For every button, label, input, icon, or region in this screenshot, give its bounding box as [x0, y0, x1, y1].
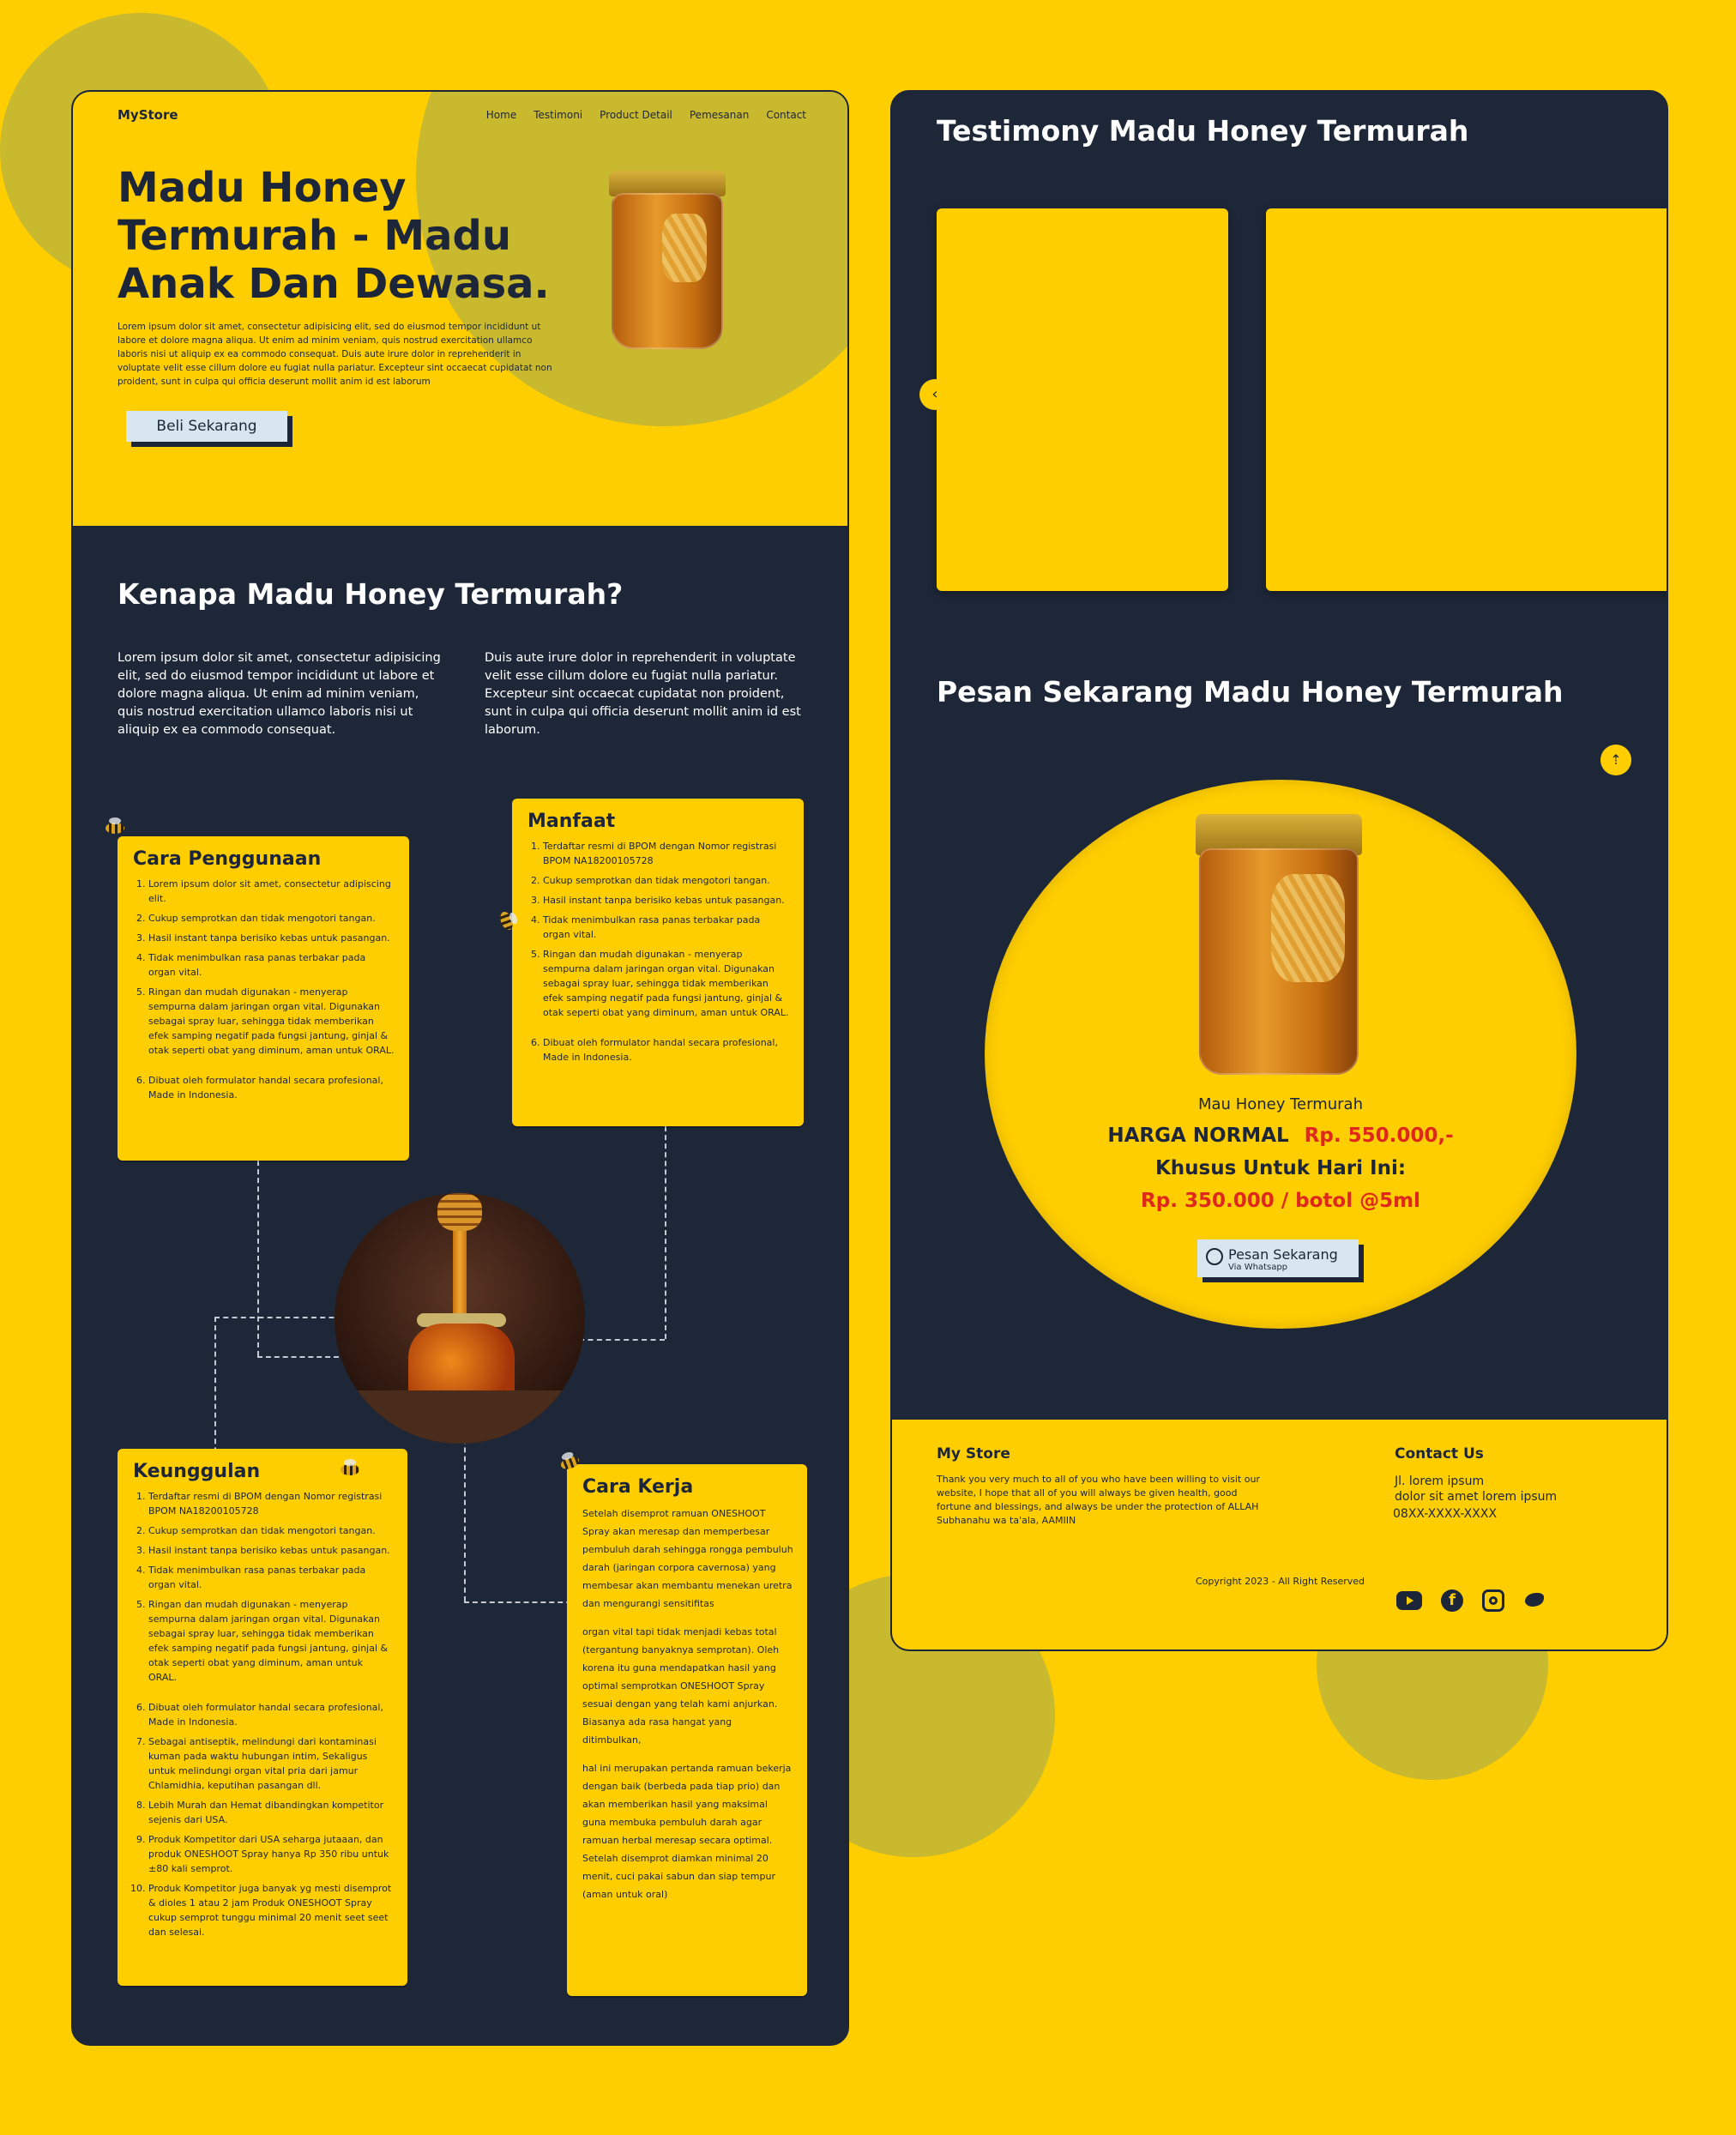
- card-title: Cara Penggunaan: [133, 848, 322, 870]
- hero-title: Madu Honey Termurah - Madu Anak Dan Dewa…: [118, 164, 550, 308]
- honey-jar-image: [609, 171, 726, 351]
- card-list: Lorem ipsum dolor sit amet, consectetur …: [148, 877, 395, 1102]
- social-links: f: [1396, 1589, 1546, 1612]
- order-title: Pesan Sekarang Madu Honey Termurah: [937, 675, 1564, 709]
- list-item: Hasil instant tanpa berisiko kebas untuk…: [148, 931, 395, 945]
- nav-testimoni[interactable]: Testimoni: [533, 109, 582, 121]
- carousel-prev-button[interactable]: ‹: [919, 379, 950, 410]
- card-title: Manfaat: [527, 811, 616, 832]
- list-item: Cukup semprotkan dan tidak mengotori tan…: [148, 1523, 394, 1538]
- card-paragraph: Setelah disemprot ramuan ONESHOOT Spray …: [582, 1508, 793, 1609]
- order-whatsapp-button[interactable]: Pesan Sekarang Via Whatsapp: [1197, 1239, 1359, 1277]
- contact-phone: 08XX-XXXX-XXXX: [1393, 1507, 1498, 1521]
- card-paragraph: organ vital tapi tidak menjadi kebas tot…: [582, 1626, 780, 1746]
- chevron-left-icon: ‹: [931, 385, 938, 403]
- testimony-title: Testimony Madu Honey Termurah: [937, 114, 1469, 148]
- nav-contact[interactable]: Contact: [766, 109, 806, 121]
- card-list: Terdaftar resmi di BPOM dengan Nomor reg…: [148, 1489, 394, 1939]
- list-item: Terdaftar resmi di BPOM dengan Nomor reg…: [543, 839, 790, 868]
- bee-icon: [335, 1459, 365, 1478]
- list-item: Tidak menimbulkan rasa panas terbakar pa…: [148, 950, 395, 980]
- connector-line: [257, 1356, 339, 1358]
- footer-store-text: Thank you very much to all of you who ha…: [937, 1474, 1260, 1526]
- list-item: Dibuat oleh formulator handal secara pro…: [148, 1700, 394, 1729]
- list-item: Hasil instant tanpa berisiko kebas untuk…: [543, 893, 790, 908]
- connector-line: [257, 1161, 259, 1356]
- whatsapp-icon: [1206, 1248, 1223, 1265]
- list-item: Tidak menimbulkan rasa panas terbakar pa…: [543, 913, 790, 942]
- product-card: Mau Honey Termurah HARGA NORMAL Rp. 550.…: [985, 780, 1576, 1329]
- contact-address-2: dolor sit amet lorem ipsum: [1395, 1490, 1558, 1504]
- card-manfaat: Manfaat Terdaftar resmi di BPOM dengan N…: [512, 799, 804, 1126]
- copyright: Copyright 2023 - All Right Reserved: [1196, 1576, 1365, 1587]
- contact-address: Jl. lorem ipsum: [1395, 1475, 1485, 1488]
- order-button-label: Pesan Sekarang: [1228, 1246, 1338, 1263]
- list-item: Cukup semprotkan dan tidak mengotori tan…: [543, 873, 790, 888]
- card-cara-penggunaan: Cara Penggunaan Lorem ipsum dolor sit am…: [118, 836, 409, 1161]
- list-item: Ringan dan mudah digunakan - menyerap se…: [543, 947, 790, 1020]
- list-item: Produk Kompetitor dari USA seharga jutaa…: [148, 1832, 394, 1876]
- connector-line: [464, 1430, 466, 1601]
- hero-description: Lorem ipsum dolor sit amet, consectetur …: [118, 322, 552, 387]
- landing-page-panel: MyStore Home Testimoni Product Detail Pe…: [71, 90, 849, 2046]
- facebook-icon[interactable]: f: [1441, 1589, 1463, 1612]
- nav-product-detail[interactable]: Product Detail: [600, 109, 672, 121]
- list-item: Terdaftar resmi di BPOM dengan Nomor reg…: [148, 1489, 394, 1518]
- list-item: Sebagai antiseptik, melindungi dari kont…: [148, 1734, 394, 1793]
- connector-line: [214, 1317, 352, 1318]
- twitter-icon[interactable]: [1523, 1589, 1546, 1612]
- special-price: Rp. 350.000 / botol @5ml: [1141, 1190, 1420, 1212]
- list-item: Dibuat oleh formulator handal secara pro…: [543, 1035, 790, 1064]
- list-item: Produk Kompetitor juga banyak yg mesti d…: [148, 1881, 394, 1939]
- arrow-up-icon: ⇡: [1610, 751, 1622, 768]
- testimony-card[interactable]: [937, 208, 1228, 591]
- list-item: Tidak menimbulkan rasa panas terbakar pa…: [148, 1563, 394, 1592]
- main-nav: Home Testimoni Product Detail Pemesanan …: [486, 109, 806, 121]
- connector-line: [579, 1339, 665, 1341]
- footer: My Store Thank you very much to all of y…: [892, 1420, 1667, 1649]
- product-name: Mau Honey Termurah: [1198, 1095, 1363, 1113]
- card-cara-kerja: Cara Kerja Setelah disemprot ramuan ONES…: [567, 1464, 807, 1996]
- card-paragraph: hal ini merupakan pertanda ramuan bekerj…: [582, 1763, 792, 1900]
- nav-home[interactable]: Home: [486, 109, 516, 121]
- testimony-card[interactable]: [1266, 208, 1667, 591]
- footer-contact-title: Contact Us: [1395, 1445, 1484, 1463]
- special-label: Khusus Untuk Hari Ini:: [1154, 1157, 1407, 1179]
- scroll-top-button[interactable]: ⇡: [1600, 745, 1631, 775]
- connector-line: [665, 1126, 666, 1339]
- instagram-icon[interactable]: [1482, 1589, 1504, 1612]
- honey-dipper-photo: [335, 1193, 585, 1444]
- order-page-panel: Testimony Madu Honey Termurah ‹ Pesan Se…: [890, 90, 1668, 1651]
- list-item: Ringan dan mudah digunakan - menyerap se…: [148, 985, 395, 1058]
- normal-price-value: Rp. 550.000,-: [1304, 1125, 1454, 1147]
- footer-store-title: My Store: [937, 1445, 1010, 1463]
- list-item: Ringan dan mudah digunakan - menyerap se…: [148, 1597, 394, 1685]
- why-title: Kenapa Madu Honey Termurah?: [118, 577, 624, 611]
- card-keunggulan: Keunggulan Terdaftar resmi di BPOM denga…: [118, 1449, 407, 1986]
- why-text-left: Lorem ipsum dolor sit amet, consectetur …: [118, 651, 441, 737]
- card-list: Terdaftar resmi di BPOM dengan Nomor reg…: [543, 839, 790, 1064]
- honey-jar-image: [1196, 814, 1362, 1077]
- list-item: Hasil instant tanpa berisiko kebas untuk…: [148, 1543, 394, 1558]
- list-item: Dibuat oleh formulator handal secara pro…: [148, 1073, 395, 1102]
- buy-now-button[interactable]: Beli Sekarang: [126, 411, 287, 442]
- list-item: Lorem ipsum dolor sit amet, consectetur …: [148, 877, 395, 906]
- list-item: Lebih Murah dan Hemat dibandingkan kompe…: [148, 1798, 394, 1827]
- normal-price-label: HARGA NORMAL: [1107, 1125, 1289, 1147]
- why-text-right: Duis aute irure dolor in reprehenderit i…: [485, 651, 801, 737]
- card-title: Cara Kerja: [582, 1476, 694, 1498]
- bee-icon: [100, 817, 130, 836]
- brand-logo[interactable]: MyStore: [118, 107, 178, 123]
- youtube-icon[interactable]: [1396, 1591, 1422, 1610]
- nav-pemesanan[interactable]: Pemesanan: [690, 109, 749, 121]
- order-button-sublabel: Via Whatsapp: [1228, 1263, 1288, 1272]
- list-item: Cukup semprotkan dan tidak mengotori tan…: [148, 911, 395, 926]
- normal-price-row: HARGA NORMAL Rp. 550.000,-: [985, 1125, 1576, 1147]
- hero-section: MyStore Home Testimoni Product Detail Pe…: [73, 92, 847, 528]
